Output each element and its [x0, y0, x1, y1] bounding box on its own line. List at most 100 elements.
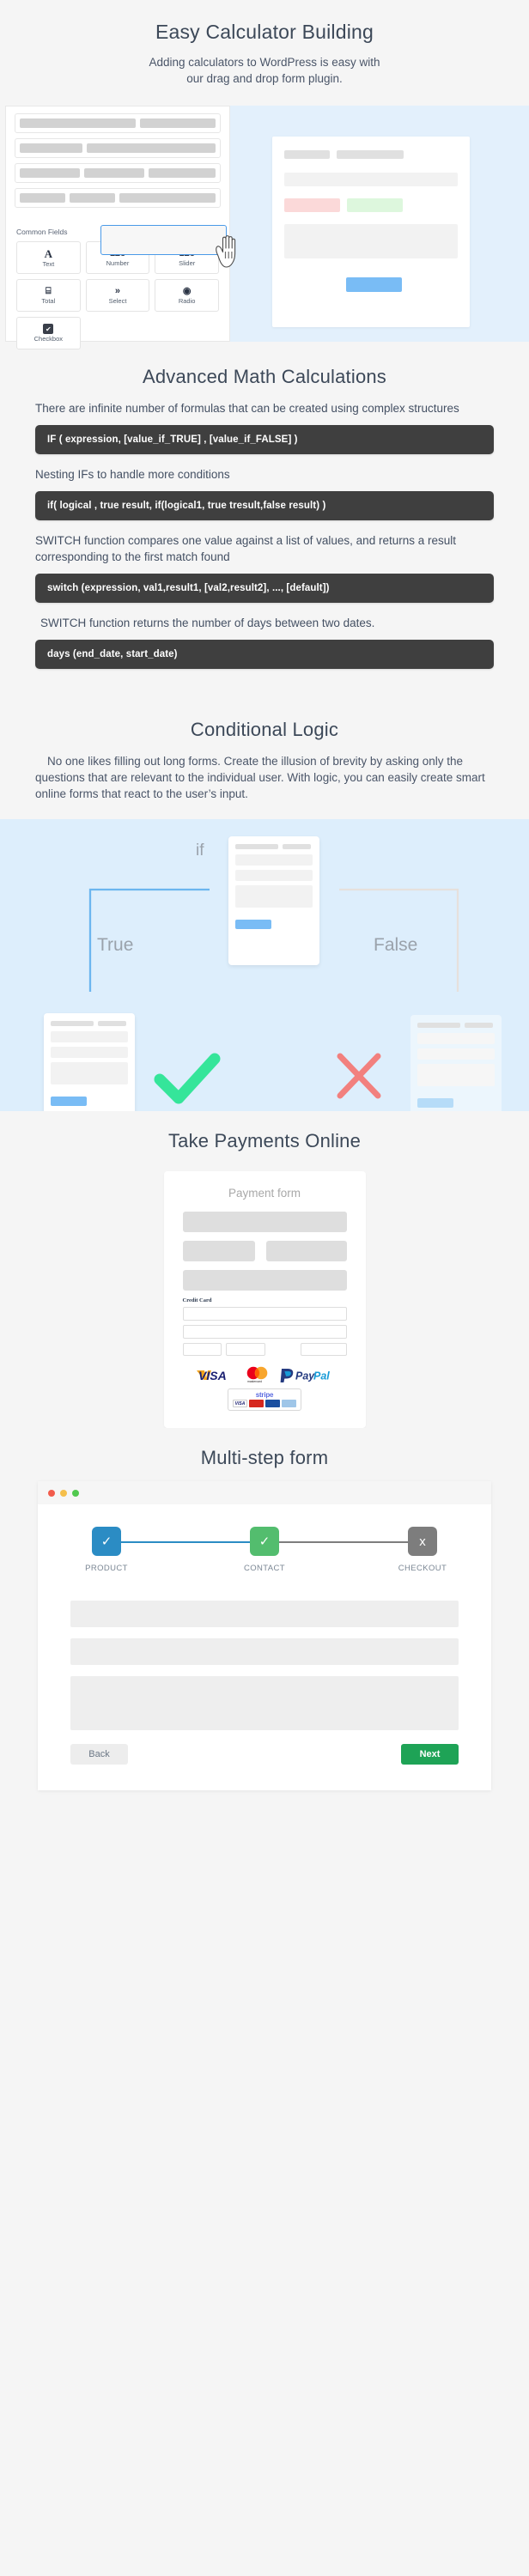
svg-text:Pay: Pay: [295, 1370, 315, 1382]
step-product-label: PRODUCT: [85, 1564, 128, 1573]
preview-submit-button[interactable]: [346, 277, 402, 292]
field-label: Checkbox: [33, 335, 63, 343]
preview-input: [284, 173, 458, 186]
step-checkout[interactable]: x CHECKOUT: [392, 1527, 453, 1573]
calculator-builder-mockup: Common Fields ⌄ A Text 123 Number 123 Sl…: [0, 106, 529, 349]
check-icon: [154, 1053, 221, 1104]
card-month-input[interactable]: [182, 1343, 222, 1356]
page-title-multistep: Multi-step form: [200, 1447, 329, 1468]
math-paragraph-2: Nesting IFs to handle more conditions: [35, 468, 230, 481]
x-icon: x: [419, 1534, 426, 1549]
subtitle-logic: No one likes filling out long forms. Cre…: [35, 755, 485, 800]
window-maximize-dot[interactable]: [72, 1489, 79, 1497]
select-chevron-icon: »: [114, 285, 121, 296]
mastercard-logo-icon: mastercard: [246, 1366, 268, 1383]
page-title-math: Advanced Math Calculations: [142, 366, 387, 387]
stripe-badge: stripe VISA: [228, 1388, 301, 1411]
field-type-total[interactable]: ⌸ Total: [16, 279, 81, 312]
amex-small-icon: [282, 1400, 296, 1407]
subtitle-calculator: Adding calculators to WordPress is easy …: [149, 56, 380, 85]
card-year-input[interactable]: [226, 1343, 266, 1356]
true-label: True: [97, 935, 134, 955]
window-close-dot[interactable]: [48, 1489, 55, 1497]
paypal-logo-icon: Pay Pal: [280, 1368, 330, 1382]
builder-row[interactable]: [15, 163, 221, 183]
preview-textarea: [284, 224, 458, 258]
payment-field-full[interactable]: [182, 1270, 347, 1291]
payment-field-full[interactable]: [182, 1212, 347, 1232]
window-minimize-dot[interactable]: [60, 1489, 67, 1497]
payment-field-half[interactable]: [182, 1241, 255, 1261]
radio-icon: ◉: [182, 285, 192, 296]
card-name-input[interactable]: [182, 1325, 347, 1339]
if-label: if: [196, 841, 204, 860]
next-button[interactable]: Next: [401, 1744, 459, 1765]
page-title-logic: Conditional Logic: [190, 719, 339, 740]
check-icon: ✓: [100, 1534, 112, 1549]
code-block-if: IF ( expression, [value_if_TRUE] , [valu…: [35, 425, 494, 454]
form-builder-panel: Common Fields ⌄ A Text 123 Number 123 Sl…: [5, 106, 230, 349]
code-block-days: days (end_date, start_date): [35, 640, 494, 669]
checkbox-icon: ✔: [43, 324, 54, 335]
payment-form-card: Payment form Credit Card VISA mastercard…: [163, 1171, 366, 1428]
step-product-badge[interactable]: ✓: [92, 1527, 121, 1556]
form-field-row[interactable]: [70, 1601, 459, 1627]
conditional-logic-diagram: if True False: [0, 819, 529, 1111]
section-multi-step-form: Multi-step form ✓ PRODUCT ✓ CONTACT x CH…: [0, 1428, 529, 1842]
field-type-grid: A Text 123 Number 123 Slider ⌸ Total: [6, 241, 229, 358]
field-label: Slider: [179, 258, 196, 267]
field-type-text[interactable]: A Text: [16, 241, 81, 274]
visa-logo-icon: VISA: [197, 1369, 227, 1382]
page-title-calculator: Easy Calculator Building: [155, 21, 374, 43]
form-actions: Back Next: [70, 1744, 459, 1765]
builder-row[interactable]: [15, 138, 221, 158]
visa-small-icon: VISA: [233, 1400, 247, 1407]
true-result-card: [44, 1013, 135, 1111]
payment-logos: VISA mastercard Pay Pal: [183, 1366, 347, 1383]
payment-field-half[interactable]: [265, 1241, 347, 1261]
field-type-checkbox[interactable]: ✔ Checkbox: [16, 317, 81, 349]
preview-error-field: [284, 198, 340, 212]
form-preview-card: [272, 137, 470, 327]
step-contact-label: CONTACT: [243, 1564, 285, 1573]
page-title-payments: Take Payments Online: [167, 1130, 362, 1151]
false-result-card: [410, 1015, 502, 1111]
step-checkout-badge[interactable]: x: [408, 1527, 437, 1556]
preview-success-field: [347, 198, 403, 212]
code-block-switch: switch (expression, val1,result1, [val2,…: [35, 574, 494, 603]
back-button[interactable]: Back: [70, 1744, 128, 1765]
step-contact-badge[interactable]: ✓: [250, 1527, 279, 1556]
field-label: Text: [42, 259, 55, 268]
svg-text:Pal: Pal: [313, 1370, 330, 1382]
form-textarea[interactable]: [70, 1676, 459, 1730]
drag-hand-cursor-icon: [216, 235, 236, 268]
cross-icon: [337, 1053, 381, 1099]
preview-label-bar: [337, 150, 404, 159]
field-label: Select: [108, 296, 127, 305]
step-product[interactable]: ✓ PRODUCT: [76, 1527, 137, 1573]
field-label: Radio: [178, 296, 196, 305]
step-contact[interactable]: ✓ CONTACT: [234, 1527, 295, 1573]
preview-label-bar: [284, 150, 330, 159]
section-take-payments: Take Payments Online Payment form Credit…: [0, 1111, 529, 1428]
credit-card-label: Credit Card: [182, 1297, 212, 1303]
browser-title-bar: [38, 1481, 491, 1504]
card-cvc-input[interactable]: [301, 1343, 347, 1356]
math-paragraph-4: SWITCH function returns the number of da…: [40, 617, 375, 629]
builder-row[interactable]: [15, 188, 221, 208]
step-indicator: ✓ PRODUCT ✓ CONTACT x CHECKOUT: [70, 1527, 459, 1573]
check-icon: ✓: [258, 1534, 271, 1549]
section-easy-calculator-building: Easy Calculator Building Adding calculat…: [0, 0, 529, 349]
total-grid-icon: ⌸: [46, 285, 52, 296]
maestro-small-icon: [265, 1400, 280, 1407]
landing-page: Easy Calculator Building Adding calculat…: [0, 0, 529, 1842]
builder-row[interactable]: [15, 113, 221, 133]
field-type-radio[interactable]: ◉ Radio: [155, 279, 219, 312]
section-advanced-math: Advanced Math Calculations There are inf…: [0, 342, 529, 696]
dragged-field-ghost[interactable]: [100, 225, 227, 255]
field-type-select[interactable]: » Select: [85, 279, 150, 312]
form-field-row[interactable]: [70, 1638, 459, 1665]
math-paragraph-1: There are infinite number of formulas th…: [35, 402, 459, 415]
math-paragraph-3: SWITCH function compares one value again…: [35, 534, 456, 563]
card-number-input[interactable]: [182, 1307, 347, 1321]
